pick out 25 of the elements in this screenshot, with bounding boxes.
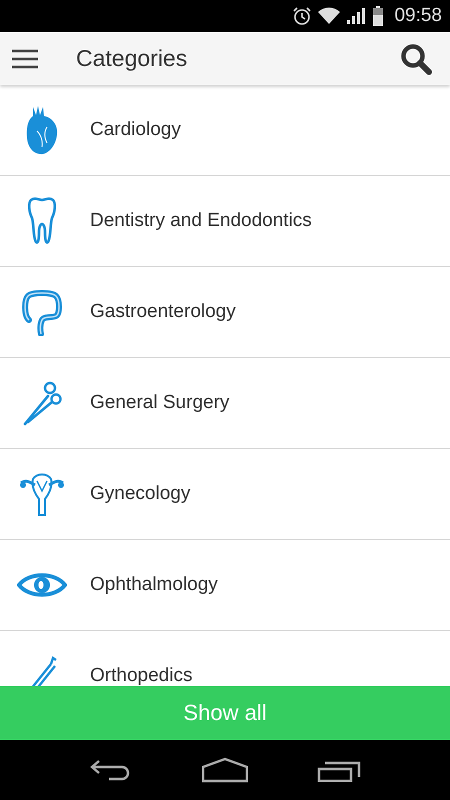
menu-icon[interactable] — [12, 48, 38, 68]
search-icon[interactable] — [400, 42, 432, 74]
category-item[interactable]: Cardiology — [0, 85, 450, 176]
category-item[interactable]: Ophthalmology — [0, 540, 450, 631]
status-time: 09:58 — [394, 5, 442, 27]
alarm-icon — [292, 6, 312, 26]
intestine-icon — [21, 288, 63, 336]
category-label: Dentistry and Endodontics — [90, 210, 312, 232]
scissors-icon — [22, 380, 62, 426]
screen-title: Categories — [76, 45, 188, 72]
category-item[interactable]: Dentistry and Endodontics — [0, 176, 450, 267]
battery-icon — [372, 6, 384, 26]
category-label: Ophthalmology — [90, 574, 218, 596]
category-label: Gastroenterology — [90, 301, 236, 323]
category-label: Gynecology — [90, 483, 190, 505]
wifi-icon — [318, 7, 340, 25]
category-item[interactable]: Gastroenterology — [0, 267, 450, 358]
signal-icon — [346, 7, 366, 25]
category-label: Cardiology — [90, 119, 181, 141]
tooth-icon — [27, 196, 57, 246]
category-item[interactable]: Gynecology — [0, 449, 450, 540]
home-icon[interactable] — [202, 757, 248, 783]
category-item[interactable]: General Surgery — [0, 358, 450, 449]
category-label: Orthopedics — [90, 665, 192, 686]
category-label: General Surgery — [90, 392, 230, 414]
